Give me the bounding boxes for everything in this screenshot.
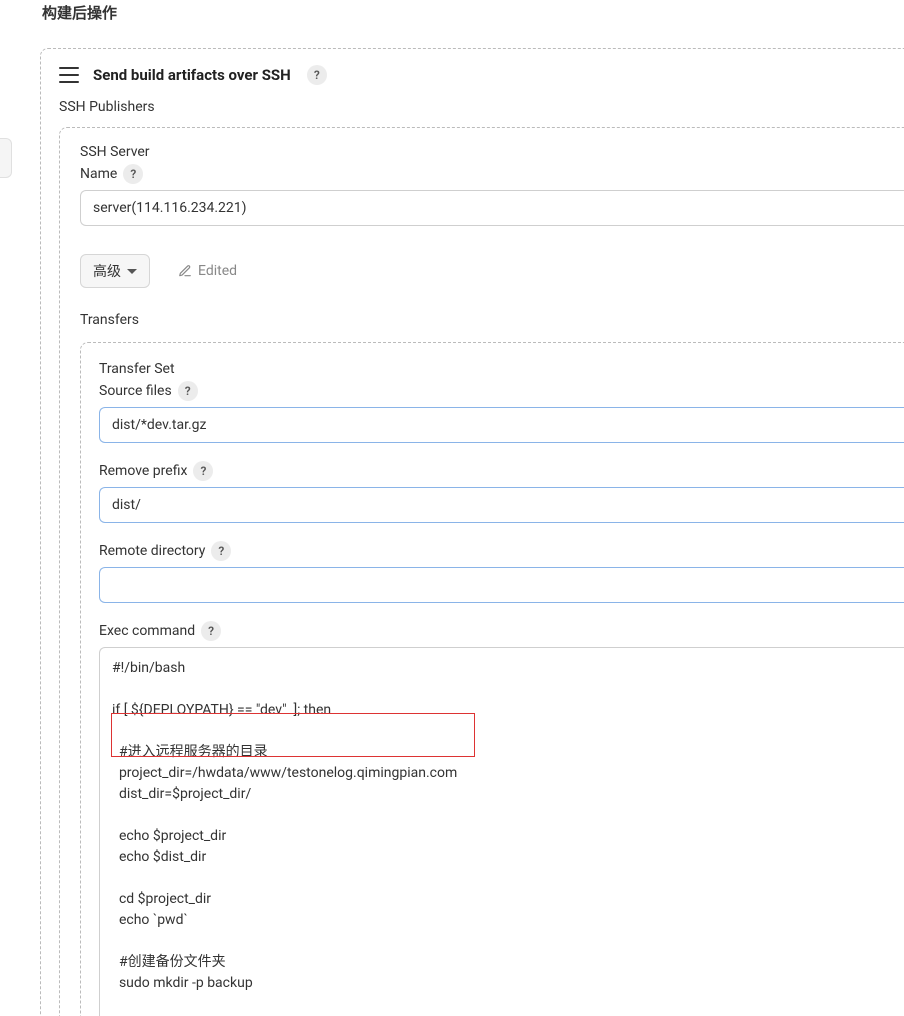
source-files-label: Source files: [99, 383, 172, 399]
transfers-label: Transfers: [80, 312, 904, 328]
help-icon[interactable]: ?: [211, 541, 231, 561]
edited-label-text: Edited: [198, 263, 237, 279]
name-label: Name: [80, 166, 117, 182]
server-name-input[interactable]: [80, 190, 904, 226]
chevron-down-icon: [127, 269, 137, 274]
build-step-section: Send build artifacts over SSH ? SSH Publ…: [40, 48, 904, 1016]
exec-command-textarea[interactable]: [99, 647, 904, 1016]
help-icon[interactable]: ?: [201, 621, 221, 641]
advanced-button[interactable]: 高级: [80, 254, 150, 288]
remote-directory-input[interactable]: [99, 567, 904, 603]
transfer-set-label: Transfer Set: [99, 361, 904, 377]
remote-directory-label: Remote directory: [99, 543, 205, 559]
ssh-server-panel: SSH Server Name ? 高级 Edited Transfers: [59, 127, 904, 1016]
help-icon[interactable]: ?: [307, 65, 327, 85]
page-heading: 构建后操作: [42, 2, 117, 23]
ssh-server-label: SSH Server: [80, 144, 904, 160]
drag-handle-icon[interactable]: [59, 67, 79, 83]
help-icon[interactable]: ?: [123, 164, 143, 184]
side-panel-stub: [0, 138, 12, 178]
help-icon[interactable]: ?: [193, 461, 213, 481]
remove-prefix-label: Remove prefix: [99, 463, 187, 479]
source-files-input[interactable]: [99, 407, 904, 443]
pencil-icon: [178, 264, 192, 278]
ssh-publishers-label: SSH Publishers: [59, 99, 904, 115]
transfer-set-panel: Transfer Set Source files ? Remove prefi…: [80, 342, 904, 1016]
help-icon[interactable]: ?: [178, 381, 198, 401]
remove-prefix-input[interactable]: [99, 487, 904, 523]
exec-command-label: Exec command: [99, 623, 195, 639]
advanced-button-label: 高级: [93, 261, 121, 281]
section-title: Send build artifacts over SSH: [93, 66, 291, 84]
edited-indicator: Edited: [178, 263, 237, 279]
